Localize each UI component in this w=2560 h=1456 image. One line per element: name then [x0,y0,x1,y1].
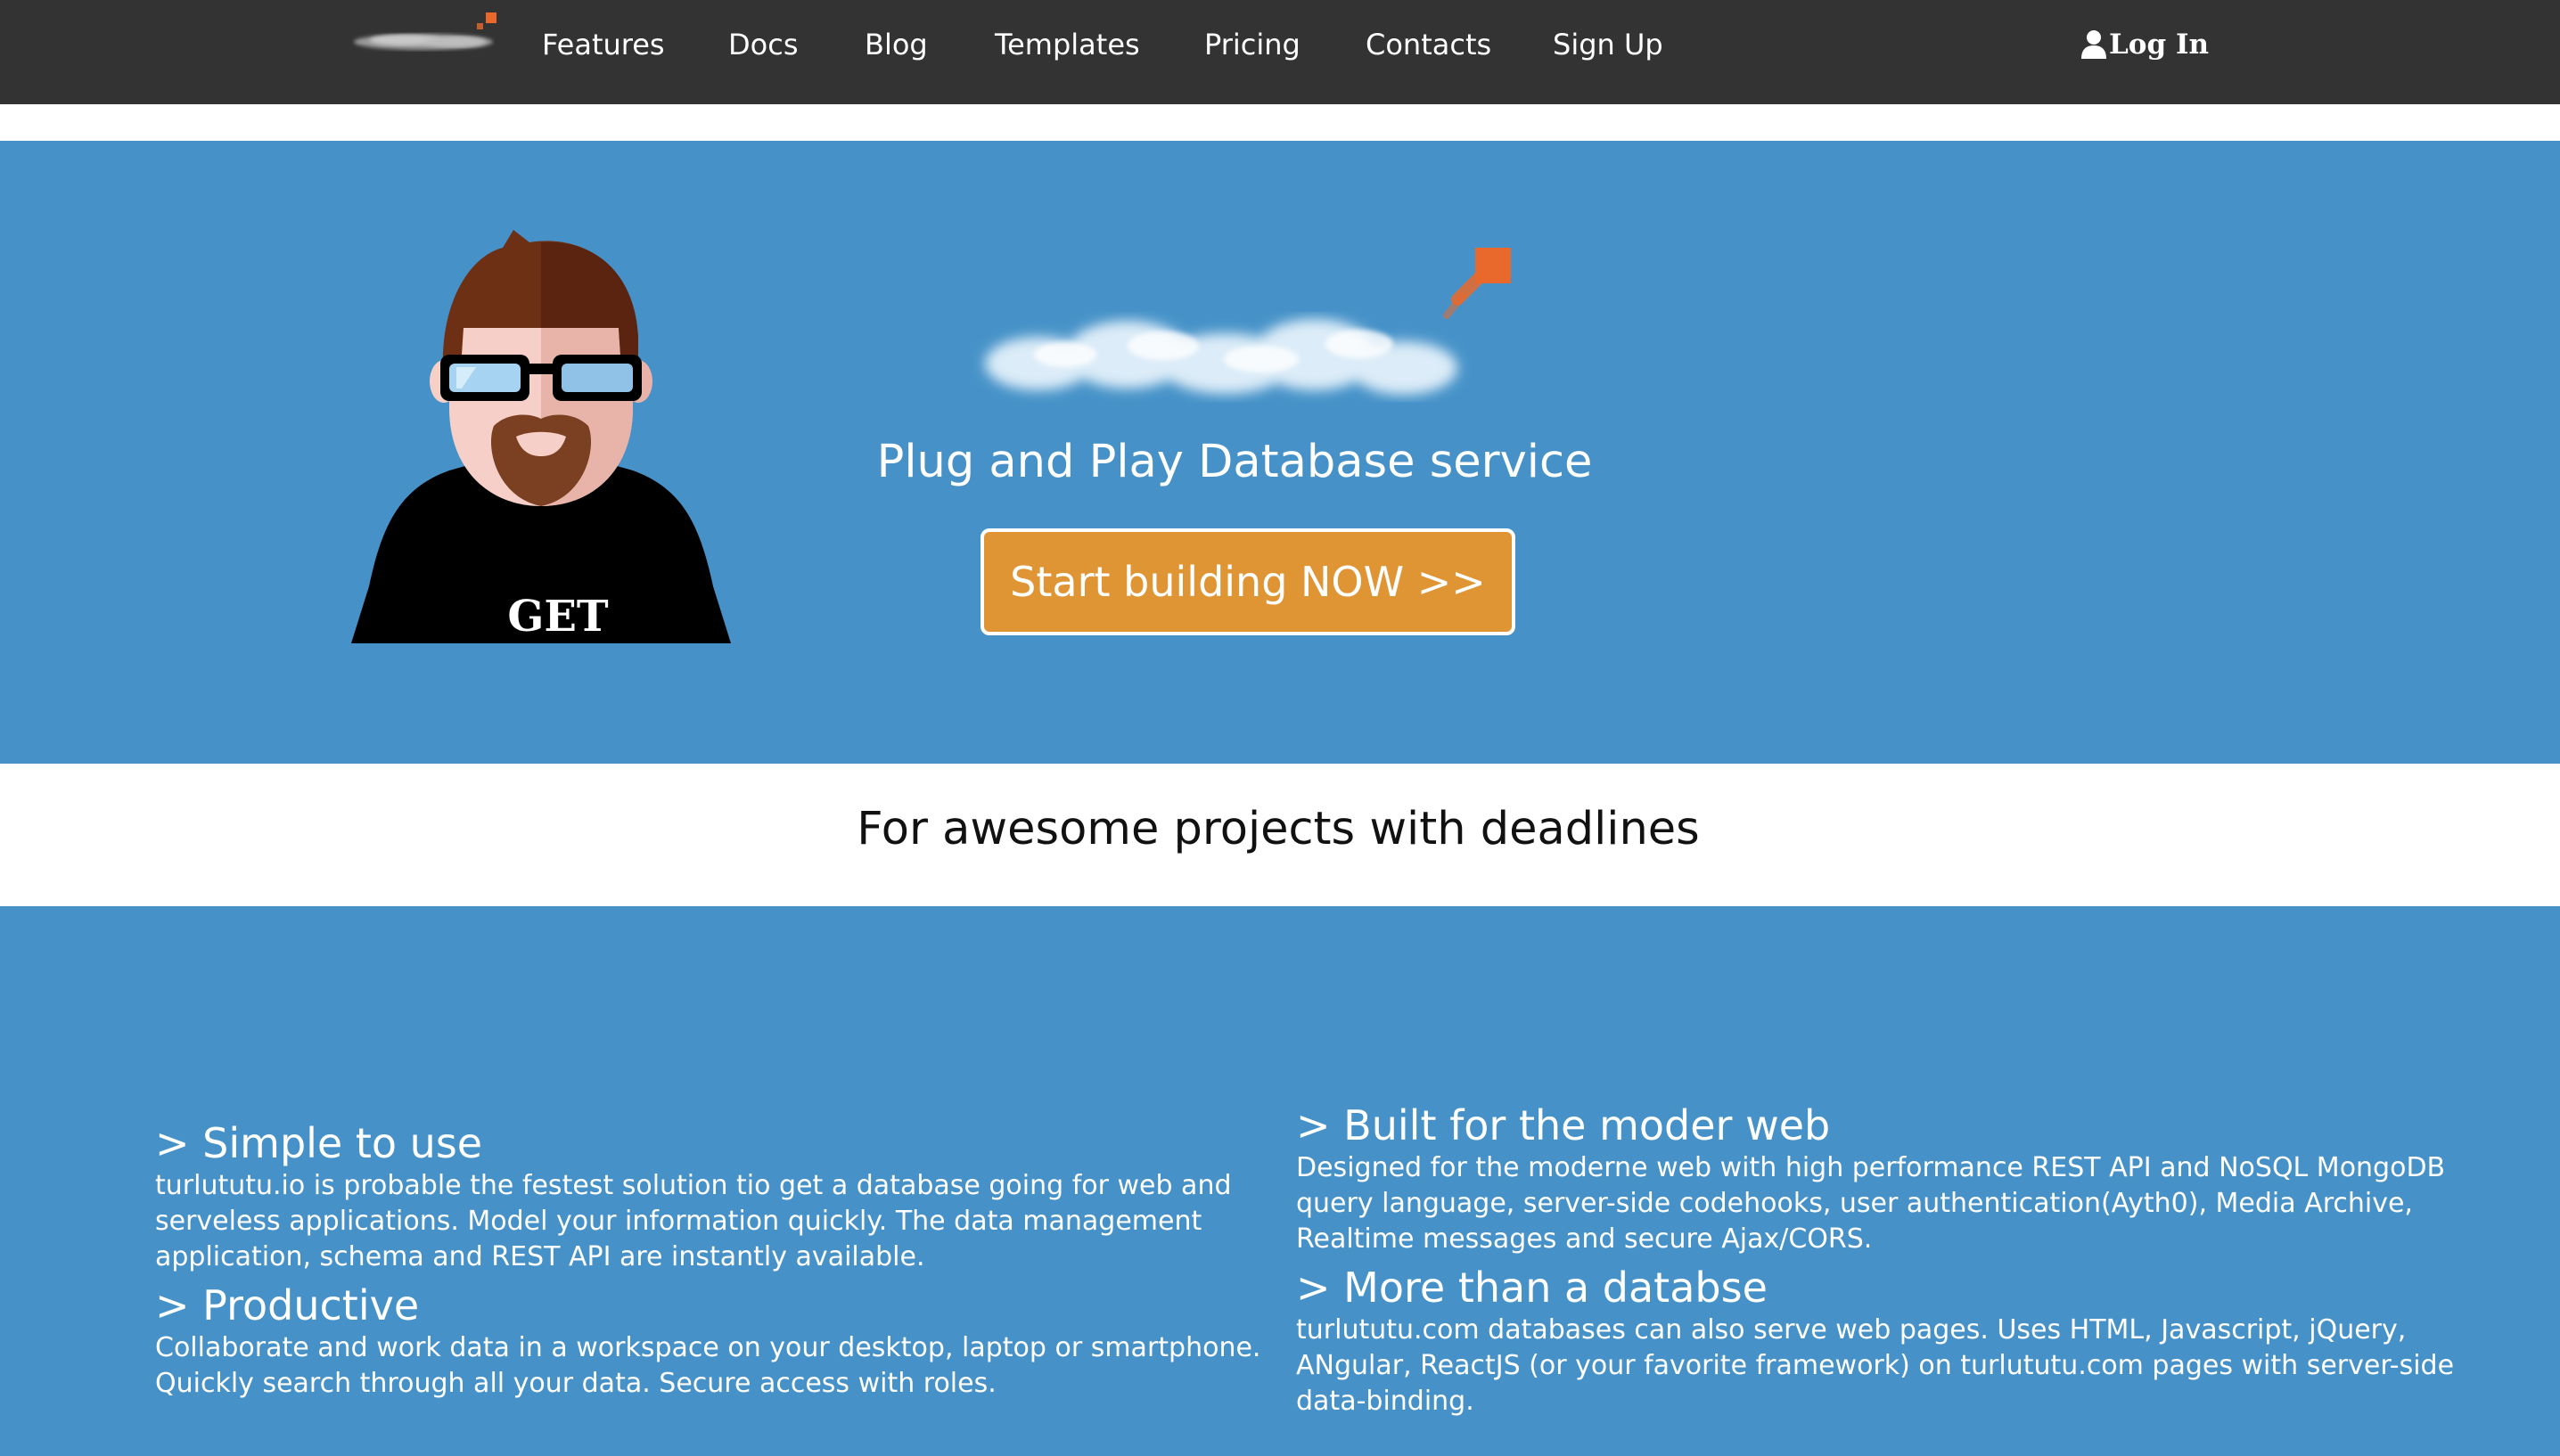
nav-contacts[interactable]: Contacts [1366,25,1491,64]
top-navbar: Features Docs Blog Templates Pricing Con… [0,0,2560,104]
brand-logo-large [985,248,1511,395]
hero-tagline: Plug and Play Database service [876,436,1593,488]
nav-blog[interactable]: Blog [865,25,928,64]
features-section: > Simple to use turlututu.io is probable… [0,906,2560,1456]
feature-body: Designed for the moderne web with high p… [1296,1152,2446,1255]
nav-docs[interactable]: Docs [728,25,798,64]
feature-more-than-database: > More than a databse turlututu.com data… [1296,1263,2455,1419]
hero-section: GET Plug and Play Database service Start… [0,141,2560,764]
nav-templates[interactable]: Templates [995,25,1140,64]
feature-body: turlututu.io is probable the festest sol… [155,1170,1232,1272]
nav-features[interactable]: Features [542,25,665,64]
feature-title: > Productive [155,1281,420,1329]
band-heading: For awesome projects with deadlines [857,803,1700,855]
login-label: Log In [2109,29,2209,61]
feature-body: turlututu.com databases can also serve w… [1296,1314,2455,1417]
feature-simple-to-use: > Simple to use turlututu.io is probable… [155,1118,1287,1275]
brand-logo[interactable] [352,12,508,59]
nav-sign-up[interactable]: Sign Up [1553,25,1663,64]
start-building-button[interactable]: Start building NOW >> [981,528,1515,635]
feature-body: Collaborate and work data in a workspace… [155,1332,1261,1399]
feature-productive: > Productive Collaborate and work data i… [155,1280,1296,1402]
feature-title: > Simple to use [155,1119,483,1167]
feature-title: > Built for the moder web [1296,1101,1831,1149]
avatar-shirt-text: GET [507,592,609,642]
feature-title: > More than a databse [1296,1264,1768,1312]
nav-pricing[interactable]: Pricing [1204,25,1301,64]
user-icon [2081,30,2106,59]
feature-modern-web: > Built for the moder web Designed for t… [1296,1100,2455,1257]
login-link[interactable]: Log In [2080,25,2209,64]
